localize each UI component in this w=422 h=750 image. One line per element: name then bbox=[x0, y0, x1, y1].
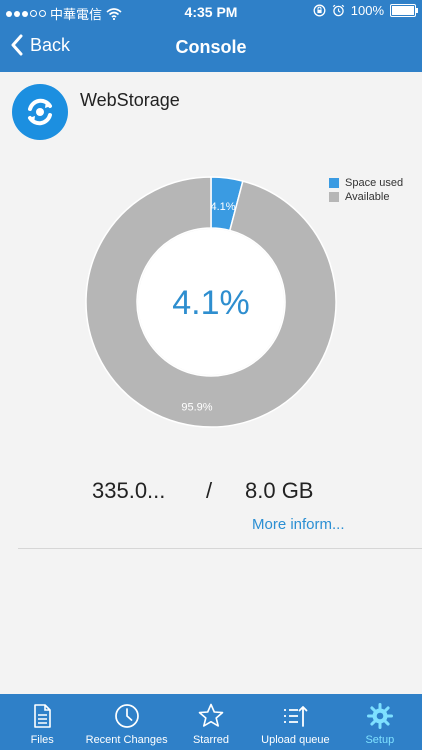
navigation-bar: Back Console bbox=[0, 24, 422, 72]
battery-percent: 100% bbox=[350, 3, 384, 18]
upload-queue-icon bbox=[284, 706, 308, 727]
tab-label: Starred bbox=[192, 734, 230, 746]
chart-legend: Space used Available bbox=[329, 176, 403, 204]
tab-label: Recent Changes bbox=[85, 734, 168, 746]
tab-files[interactable]: Files bbox=[0, 694, 84, 750]
battery-icon bbox=[390, 4, 418, 17]
tab-setup[interactable]: Setup bbox=[338, 694, 422, 750]
storage-donut-chart: 4.1% 95.9% 4.1% bbox=[85, 176, 337, 428]
tab-bar: Files Recent Changes Starred Upload queu… bbox=[0, 694, 422, 750]
tab-label: Setup bbox=[365, 734, 395, 746]
tab-starred[interactable]: Starred bbox=[169, 694, 253, 750]
file-icon bbox=[34, 704, 52, 728]
status-bar: 中華電信 4:35 PM 100% bbox=[0, 0, 422, 24]
legend-label: Available bbox=[345, 191, 390, 203]
legend-item-space-used: Space used bbox=[329, 176, 403, 190]
more-information-link[interactable]: More inform... bbox=[252, 516, 345, 533]
tab-label: Files bbox=[30, 734, 54, 746]
slice-label: 95.9% bbox=[181, 402, 212, 414]
app-info: WebStorage bbox=[12, 84, 180, 140]
legend-item-available: Available bbox=[329, 190, 403, 204]
rotation-lock-icon bbox=[313, 4, 326, 17]
header: 中華電信 4:35 PM 100% Back Console bbox=[0, 0, 422, 72]
status-right: 100% bbox=[313, 3, 418, 18]
storage-separator: / bbox=[206, 478, 213, 503]
clock-icon bbox=[114, 704, 139, 728]
star-icon bbox=[198, 703, 224, 727]
center-percentage: 4.1% bbox=[172, 284, 250, 322]
slice-label: 4.1% bbox=[210, 201, 235, 213]
tab-recent-changes[interactable]: Recent Changes bbox=[84, 694, 168, 750]
storage-used: 335.0... bbox=[92, 478, 166, 503]
app-name: WebStorage bbox=[80, 90, 180, 110]
webstorage-logo-icon bbox=[12, 84, 68, 140]
tab-label: Upload queue bbox=[261, 734, 330, 746]
tab-upload-queue[interactable]: Upload queue bbox=[253, 694, 337, 750]
storage-total: 8.0 GB bbox=[245, 478, 314, 503]
gear-icon bbox=[366, 703, 393, 729]
storage-summary: 335.0... / 8.0 GB bbox=[0, 478, 422, 508]
alarm-icon bbox=[332, 4, 344, 17]
page-title: Console bbox=[175, 37, 247, 57]
divider bbox=[18, 548, 422, 549]
legend-label: Space used bbox=[345, 177, 404, 189]
